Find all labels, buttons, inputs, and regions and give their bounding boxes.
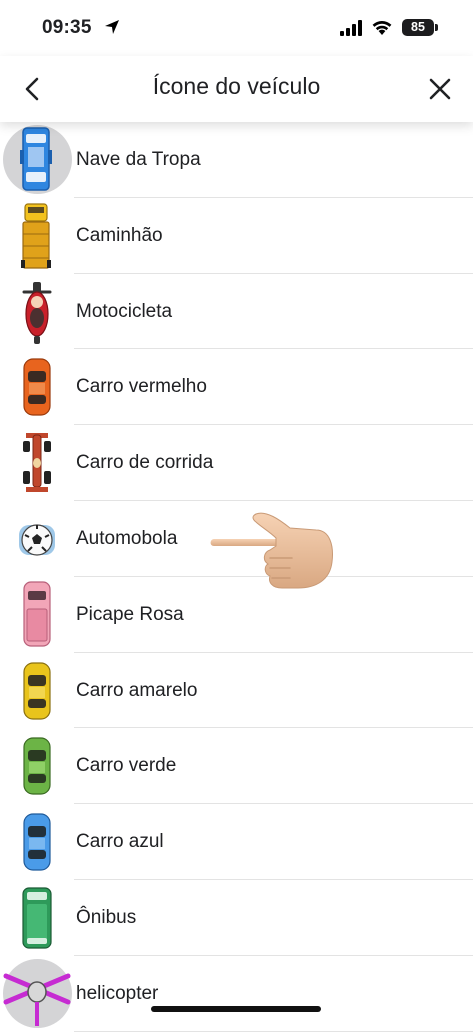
blue-car-icon	[23, 813, 51, 871]
list-item-label: Automobola	[76, 527, 178, 549]
battery-indicator: 85	[402, 19, 434, 36]
icon-cell	[0, 198, 74, 273]
list-item-label: Ônibus	[76, 906, 137, 928]
list-item-label: Picape Rosa	[76, 603, 184, 625]
soccer-ball-car-icon	[19, 524, 55, 556]
green-car-icon	[23, 737, 51, 795]
icon-cell	[0, 577, 74, 652]
cellular-signal-icon	[340, 20, 362, 36]
red-car-icon	[23, 358, 51, 416]
list-item-motorcycle[interactable]: Motocicleta	[0, 274, 473, 350]
truck-icon	[21, 203, 51, 269]
status-time: 09:35	[42, 17, 92, 38]
icon-cell	[0, 425, 74, 500]
list-item-label: Nave da Tropa	[76, 149, 201, 170]
icon-cell	[0, 728, 74, 803]
icon-cell	[0, 880, 74, 955]
list-item-label: Carro amarelo	[76, 679, 198, 701]
icon-cell	[0, 349, 74, 424]
close-icon[interactable]	[424, 73, 456, 105]
list-item-helicopter[interactable]: helicopter	[0, 956, 473, 1032]
list-item-label: Carro de corrida	[76, 452, 214, 474]
status-bar: 09:35 85	[0, 0, 473, 56]
wifi-icon	[372, 20, 392, 35]
list-item-label: Motocicleta	[76, 300, 173, 322]
list-item-label: Carro azul	[76, 831, 164, 853]
home-indicator[interactable]	[151, 1006, 321, 1012]
troop-ship-icon	[20, 127, 52, 191]
list-item-yellow-car[interactable]: Carro amarelo	[0, 653, 473, 729]
list-item-label: Carro verde	[76, 755, 177, 777]
icon-cell	[0, 956, 74, 1031]
page-title: Ícone do veículo	[152, 73, 321, 99]
race-car-icon	[23, 433, 51, 493]
icon-cell	[0, 653, 74, 728]
motorcycle-icon	[22, 281, 52, 344]
list-item-label: Caminhão	[76, 224, 163, 246]
yellow-car-icon	[23, 661, 51, 720]
pink-pickup-icon	[23, 581, 51, 647]
divider	[74, 1030, 473, 1032]
list-item-blue-car[interactable]: Carro azul	[0, 804, 473, 880]
list-item-race-car[interactable]: Carro de corrida	[0, 425, 473, 501]
header: Ícone do veículo	[0, 56, 473, 122]
pointing-hand-icon	[210, 512, 333, 589]
helicopter-icon	[3, 973, 71, 1026]
list-item-bus[interactable]: Ônibus	[0, 880, 473, 956]
list-item-red-car[interactable]: Carro vermelho	[0, 349, 473, 426]
icon-cell	[0, 804, 74, 879]
selected-indicator	[0, 122, 74, 197]
location-arrow-icon	[105, 20, 119, 34]
list-item-troop-ship[interactable]: Nave da Tropa	[0, 122, 473, 198]
list-item-truck[interactable]: Caminhão	[0, 198, 473, 274]
battery-tip	[435, 24, 438, 31]
bus-icon	[22, 887, 52, 949]
list-item-green-car[interactable]: Carro verde	[0, 728, 473, 805]
list-item-label: Carro vermelho	[76, 376, 207, 398]
icon-cell	[0, 274, 74, 349]
icon-cell	[0, 501, 74, 576]
list-item-label: helicopter	[76, 982, 159, 1004]
